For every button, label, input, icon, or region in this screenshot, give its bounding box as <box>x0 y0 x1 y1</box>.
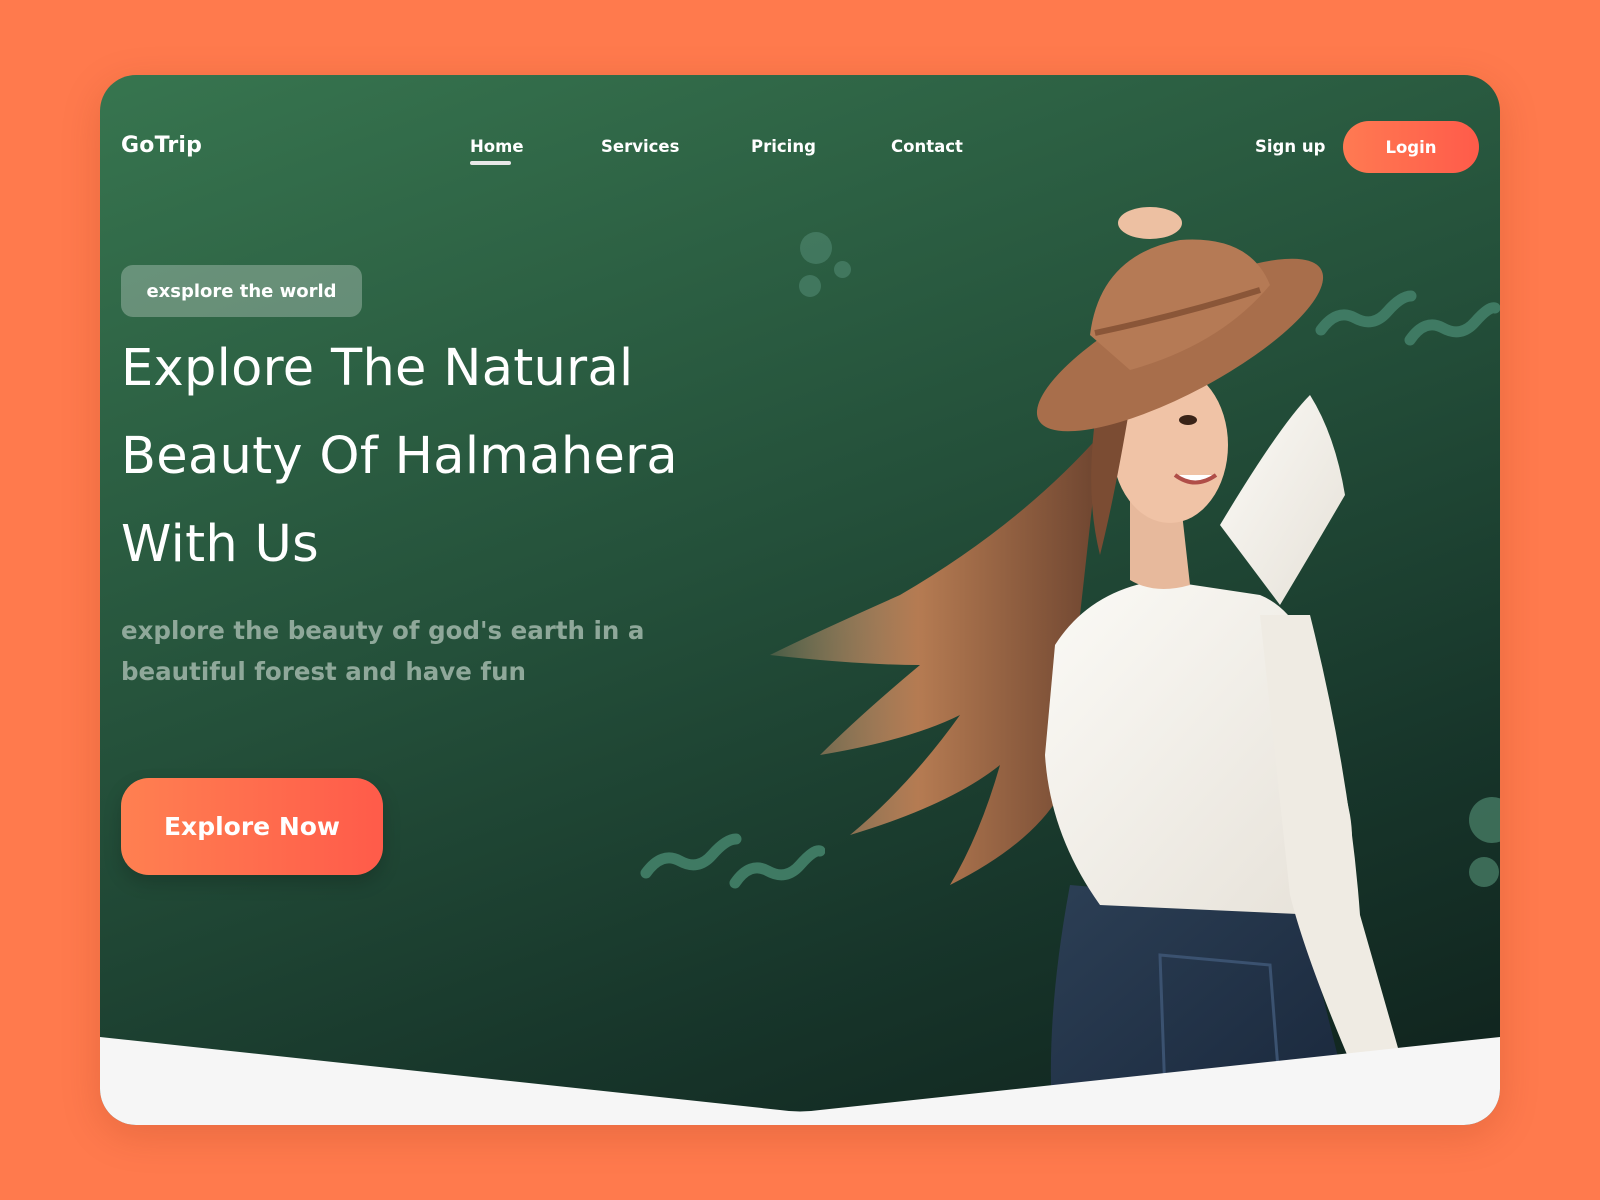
decor-dot <box>1469 857 1499 887</box>
nav-home[interactable]: Home <box>470 137 524 165</box>
woman-hat-photo <box>770 207 1420 1125</box>
bottom-wave-shape <box>100 1037 1500 1125</box>
nav-pricing[interactable]: Pricing <box>751 137 816 156</box>
hero-subtitle: explore the beauty of god's earth in a b… <box>121 616 645 686</box>
hero-card: GoTrip Home Services Pricing Contact Sig… <box>100 75 1500 1125</box>
nav-services[interactable]: Services <box>601 137 679 156</box>
login-button[interactable]: Login <box>1343 121 1479 173</box>
nav-contact[interactable]: Contact <box>891 137 963 156</box>
tag-pill: exsplore the world <box>121 265 362 317</box>
signup-link[interactable]: Sign up <box>1255 137 1325 156</box>
decor-dot <box>1469 797 1500 843</box>
explore-now-button[interactable]: Explore Now <box>121 778 383 875</box>
logo[interactable]: GoTrip <box>121 133 202 158</box>
